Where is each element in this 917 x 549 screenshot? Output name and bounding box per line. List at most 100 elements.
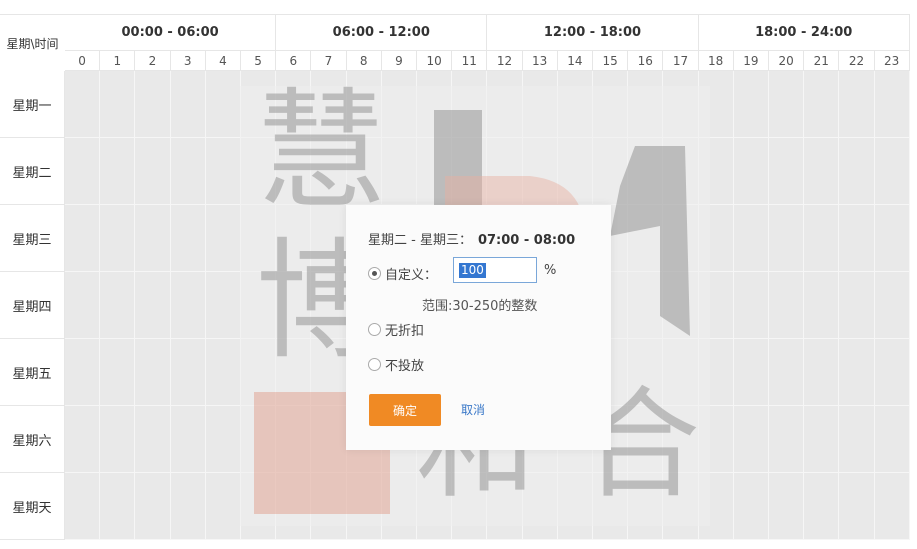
schedule-cell[interactable] [205,71,241,138]
schedule-cell[interactable] [839,272,875,339]
schedule-cell[interactable] [100,339,136,406]
schedule-cell[interactable] [804,473,840,540]
radio-custom[interactable] [368,267,381,280]
schedule-cell[interactable] [557,473,593,540]
schedule-cell[interactable] [100,205,136,272]
schedule-cell[interactable] [769,339,805,406]
cancel-link[interactable]: 取消 [461,401,485,418]
schedule-cell[interactable] [135,406,171,473]
schedule-cell[interactable] [804,71,840,138]
radio-no-delivery[interactable] [368,358,381,371]
schedule-cell[interactable] [381,71,417,138]
schedule-cell[interactable] [100,406,136,473]
schedule-cell[interactable] [839,138,875,205]
option-no-discount[interactable]: 无折扣 [368,320,424,339]
schedule-cell[interactable] [733,205,769,272]
confirm-button[interactable]: 确定 [369,394,441,426]
schedule-cell[interactable] [874,473,910,540]
schedule-cell[interactable] [276,138,312,205]
option-custom[interactable]: 自定义： [368,264,437,283]
schedule-cell[interactable] [522,71,558,138]
schedule-cell[interactable] [65,272,101,339]
schedule-cell[interactable] [698,473,734,540]
schedule-cell[interactable] [170,473,206,540]
schedule-cell[interactable] [241,406,277,473]
schedule-cell[interactable] [698,71,734,138]
schedule-cell[interactable] [65,138,101,205]
schedule-cell[interactable] [663,406,699,473]
schedule-cell[interactable] [874,406,910,473]
schedule-cell[interactable] [839,71,875,138]
schedule-cell[interactable] [733,473,769,540]
schedule-cell[interactable] [170,406,206,473]
schedule-cell[interactable] [311,406,347,473]
schedule-cell[interactable] [417,71,453,138]
schedule-cell[interactable] [698,272,734,339]
schedule-cell[interactable] [311,339,347,406]
schedule-cell[interactable] [698,339,734,406]
schedule-cell[interactable] [698,138,734,205]
schedule-cell[interactable] [663,138,699,205]
schedule-cell[interactable] [769,272,805,339]
schedule-cell[interactable] [874,205,910,272]
schedule-cell[interactable] [241,272,277,339]
schedule-cell[interactable] [874,71,910,138]
schedule-cell[interactable] [170,205,206,272]
schedule-cell[interactable] [663,473,699,540]
schedule-cell[interactable] [733,339,769,406]
schedule-cell[interactable] [487,473,523,540]
schedule-cell[interactable] [769,138,805,205]
schedule-cell[interactable] [276,205,312,272]
schedule-cell[interactable] [276,473,312,540]
schedule-cell[interactable] [769,406,805,473]
schedule-cell[interactable] [874,272,910,339]
schedule-cell[interactable] [628,406,664,473]
schedule-cell[interactable] [769,473,805,540]
schedule-cell[interactable] [628,473,664,540]
schedule-cell[interactable] [241,138,277,205]
option-no-delivery[interactable]: 不投放 [368,355,424,374]
schedule-cell[interactable] [241,473,277,540]
schedule-cell[interactable] [65,71,101,138]
schedule-cell[interactable] [628,138,664,205]
schedule-cell[interactable] [593,71,629,138]
schedule-cell[interactable] [311,473,347,540]
schedule-cell[interactable] [311,71,347,138]
schedule-cell[interactable] [733,406,769,473]
schedule-cell[interactable] [522,138,558,205]
schedule-cell[interactable] [769,71,805,138]
schedule-cell[interactable] [663,205,699,272]
schedule-cell[interactable] [769,205,805,272]
schedule-cell[interactable] [311,272,347,339]
schedule-cell[interactable] [557,71,593,138]
schedule-cell[interactable] [205,473,241,540]
schedule-cell[interactable] [205,138,241,205]
schedule-cell[interactable] [276,406,312,473]
schedule-cell[interactable] [593,473,629,540]
schedule-cell[interactable] [135,138,171,205]
schedule-cell[interactable] [346,473,382,540]
schedule-cell[interactable] [276,272,312,339]
schedule-cell[interactable] [311,205,347,272]
schedule-cell[interactable] [205,339,241,406]
schedule-cell[interactable] [663,339,699,406]
schedule-cell[interactable] [663,272,699,339]
schedule-cell[interactable] [381,138,417,205]
schedule-cell[interactable] [417,473,453,540]
schedule-cell[interactable] [135,473,171,540]
schedule-cell[interactable] [804,138,840,205]
schedule-cell[interactable] [65,205,101,272]
schedule-cell[interactable] [733,138,769,205]
schedule-cell[interactable] [839,473,875,540]
schedule-cell[interactable] [205,272,241,339]
schedule-cell[interactable] [628,339,664,406]
schedule-cell[interactable] [733,272,769,339]
schedule-cell[interactable] [170,138,206,205]
schedule-cell[interactable] [135,272,171,339]
custom-percent-input[interactable] [453,257,537,283]
schedule-cell[interactable] [65,406,101,473]
schedule-cell[interactable] [874,138,910,205]
radio-no-discount[interactable] [368,323,381,336]
schedule-cell[interactable] [839,406,875,473]
schedule-cell[interactable] [205,205,241,272]
